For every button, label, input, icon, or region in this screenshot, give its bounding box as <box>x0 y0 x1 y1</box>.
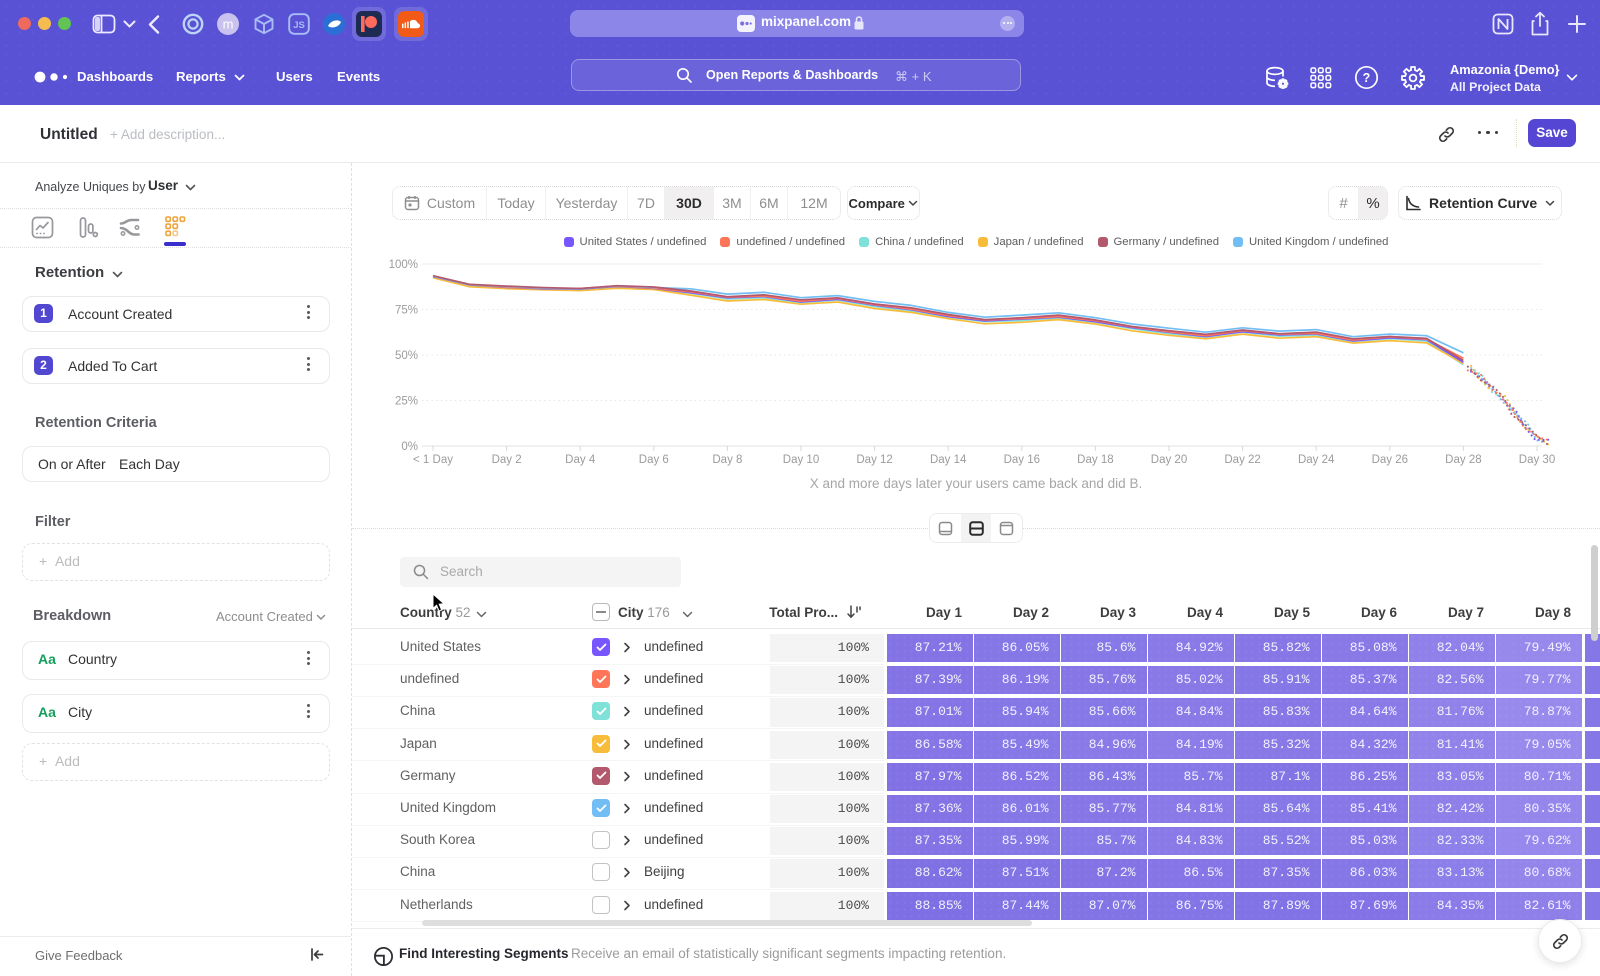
svg-text:Day 10: Day 10 <box>783 454 819 466</box>
svg-text:Day 16: Day 16 <box>1004 454 1040 466</box>
svg-text:0%: 0% <box>401 441 418 453</box>
svg-text:Day 4: Day 4 <box>565 454 596 466</box>
svg-text:Day 8: Day 8 <box>712 454 742 466</box>
svg-text:Day 2: Day 2 <box>492 454 522 466</box>
svg-text:Day 14: Day 14 <box>930 454 967 466</box>
svg-text:Day 22: Day 22 <box>1224 454 1260 466</box>
svg-text:75%: 75% <box>395 305 418 317</box>
svg-text:Day 28: Day 28 <box>1445 454 1481 466</box>
svg-text:Day 18: Day 18 <box>1077 454 1113 466</box>
svg-text:25%: 25% <box>395 396 418 408</box>
svg-text:Day 20: Day 20 <box>1151 454 1187 466</box>
svg-text:Day 26: Day 26 <box>1372 454 1408 466</box>
svg-text:Day 24: Day 24 <box>1298 454 1335 466</box>
svg-text:< 1 Day: < 1 Day <box>413 454 453 466</box>
svg-text:?: ? <box>1363 71 1371 85</box>
svg-text:Day 30: Day 30 <box>1519 454 1555 466</box>
svg-text:Day 12: Day 12 <box>856 454 892 466</box>
svg-text:100%: 100% <box>389 259 418 271</box>
svg-text:50%: 50% <box>395 350 418 362</box>
svg-text:JS: JS <box>293 20 305 31</box>
svg-text:Day 6: Day 6 <box>639 454 669 466</box>
svg-text:m: m <box>223 17 234 32</box>
